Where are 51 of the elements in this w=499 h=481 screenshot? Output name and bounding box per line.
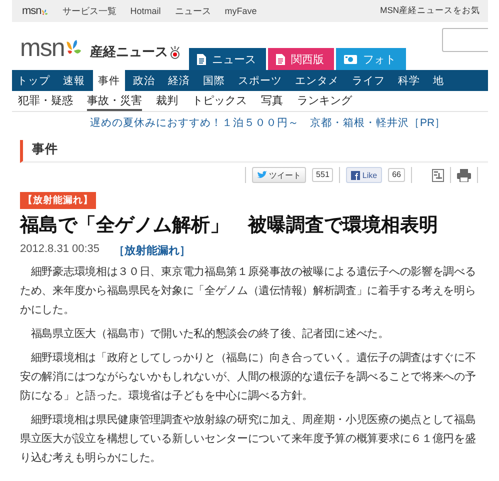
top-link[interactable]: ニュース bbox=[174, 4, 211, 18]
subnav-link[interactable]: 事故・災害 bbox=[87, 91, 142, 111]
article-paragraph: 細野環境相は「政府としてしっかりと（福島に）向き合っていく。遺伝子の調査はすぐに不安の解消にはつながらないかもしれないが、人間の根源的な遺伝子を調べることで将来への予防になる」と語った。環境省は子どもを中心に調べる方針。 bbox=[20, 350, 477, 404]
share-icon[interactable] bbox=[432, 168, 444, 182]
top-link[interactable]: サービス一覧 bbox=[62, 4, 116, 18]
bird-icon bbox=[257, 171, 268, 179]
like-count: 66 bbox=[388, 168, 405, 182]
nav-tab[interactable]: 国際 bbox=[198, 70, 230, 91]
nav-tab[interactable]: 事件 bbox=[93, 70, 125, 91]
article-headline: 福島で「全ゲノム解析」 被曝調査で環境相表明 bbox=[20, 214, 439, 238]
tweet-count: 551 bbox=[312, 168, 334, 182]
nav-tab[interactable]: スポーツ bbox=[233, 70, 287, 91]
article-paragraph: 細野環境相は県民健康管理調査や放射線の研究に加え、周産期・小児医療の拠点として福島県立医大が設立を構想している新しいセンターについて来年度予算の概算要求に６１億円を盛り込む考えも明らかにした。 bbox=[20, 412, 477, 466]
article-paragraph: 福島県立医大（福島市）で開いた私的懇談会の終了後、記者団に述べた。 bbox=[30, 326, 390, 342]
promo-link[interactable]: 遅めの夏休みにおすすめ！１泊５００円～ 京都・箱根・軽井沢［PR］ bbox=[12, 116, 488, 130]
butterfly-icon bbox=[41, 9, 48, 17]
nav-tab[interactable]: ライフ bbox=[347, 70, 390, 91]
subnav-link[interactable]: 裁判 bbox=[156, 91, 178, 111]
nav-tab[interactable]: エンタメ bbox=[290, 70, 344, 91]
subnav-link[interactable]: ランキング bbox=[297, 91, 352, 111]
search-field[interactable] bbox=[442, 28, 488, 52]
article-paragraph: 細野豪志環境相は３０日、東京電力福島第１原発事故の被曝による遺伝子への影響を調べるため、来年度から福島県民を対象に「全ゲノム（遺伝情報）解析調査」に着手する考えを明らかにした。 bbox=[20, 264, 477, 318]
nav-tab[interactable]: 経済 bbox=[163, 70, 195, 91]
category-tag: 【放射能漏れ】 bbox=[20, 192, 96, 209]
facebook-icon bbox=[351, 170, 360, 180]
msn-logo[interactable]: msn bbox=[22, 5, 42, 17]
nav-tab[interactable]: トップ bbox=[12, 70, 55, 91]
msn-logo[interactable]: msn bbox=[20, 37, 64, 59]
notice-text: MSN産経ニュースをお気 bbox=[380, 5, 480, 17]
tweet-button[interactable]: ツイート bbox=[252, 167, 306, 183]
nav-tab[interactable]: 地 bbox=[428, 70, 449, 91]
top-link[interactable]: myFave bbox=[224, 6, 257, 16]
category-link[interactable]: ［放射能漏れ］ bbox=[114, 243, 191, 258]
top-link[interactable]: Hotmail bbox=[130, 6, 161, 16]
print-icon[interactable] bbox=[457, 168, 471, 182]
section-heading: 事件 bbox=[20, 140, 488, 163]
brand-name: 産経ニュース bbox=[90, 43, 168, 61]
camera-icon bbox=[344, 54, 358, 64]
subnav-link[interactable]: トピックス bbox=[192, 91, 247, 111]
like-button[interactable]: Like bbox=[346, 167, 382, 183]
nav-tab[interactable]: 政治 bbox=[128, 70, 160, 91]
document-icon bbox=[197, 54, 206, 64]
section-tab[interactable]: ニュース bbox=[189, 48, 266, 70]
nav-tab[interactable]: 速報 bbox=[58, 70, 90, 91]
sun-icon bbox=[169, 46, 182, 58]
document-icon bbox=[276, 54, 286, 64]
subnav-link[interactable]: 写真 bbox=[261, 91, 283, 111]
subnav-link[interactable]: 犯罪・疑惑 bbox=[18, 91, 73, 111]
article-date: 2012.8.31 00:35 bbox=[20, 243, 100, 257]
section-tab[interactable]: 関西版 bbox=[268, 48, 334, 70]
nav-tab[interactable]: 科学 bbox=[393, 70, 425, 91]
